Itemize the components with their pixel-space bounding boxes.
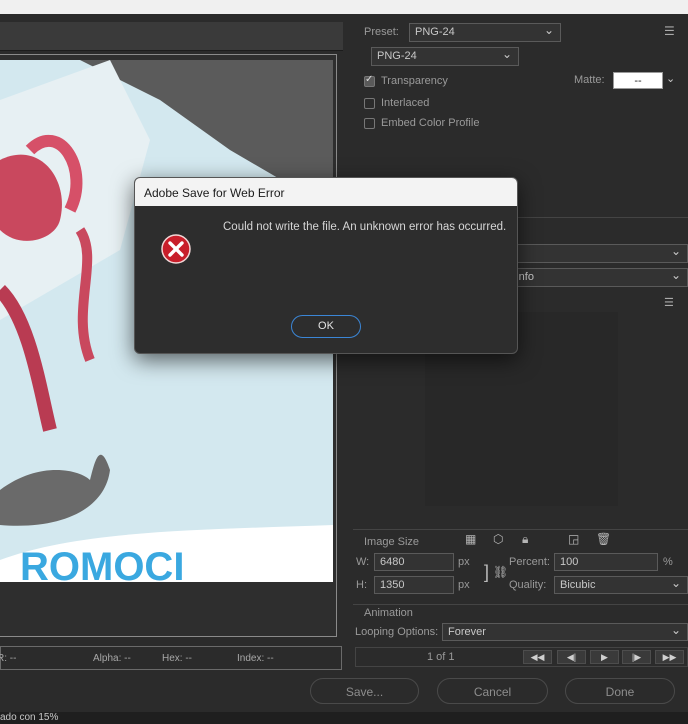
preview-tabs-bar [0, 22, 343, 51]
interlaced-checkbox[interactable] [364, 98, 375, 109]
percent-label: Percent: [509, 556, 550, 568]
bottom-status-bar: ado con 15% [0, 712, 688, 724]
ok-button[interactable]: OK [291, 315, 361, 338]
height-unit: px [458, 579, 470, 591]
embed-color-label: Embed Color Profile [381, 117, 480, 129]
dialog-title: Adobe Save for Web Error [144, 186, 285, 200]
interlaced-label: Interlaced [381, 97, 430, 109]
error-message: Could not write the file. An unknown err… [223, 221, 507, 233]
color-table-menu-icon[interactable]: ☰ [664, 296, 674, 309]
percent-input[interactable]: 100 [554, 553, 658, 571]
error-dialog: Adobe Save for Web Error Could not write… [134, 177, 518, 354]
percent-unit: % [663, 556, 673, 568]
status-index: Index: -- [237, 653, 274, 664]
svg-text:ROMOCI: ROMOCI [20, 545, 184, 582]
embed-color-checkbox[interactable] [364, 118, 375, 129]
save-button[interactable]: Save... [310, 678, 419, 704]
height-label: H: [356, 579, 367, 591]
looping-dropdown[interactable]: Forever [442, 622, 688, 641]
preset-label: Preset: [364, 26, 399, 38]
preset-dropdown[interactable]: PNG-24 [409, 22, 561, 42]
status-r: R: -- [0, 653, 17, 664]
constrain-bracket-icon: ] [484, 562, 490, 582]
top-strip [0, 0, 688, 14]
animation-title: Animation [364, 607, 413, 619]
looping-label: Looping Options: [355, 626, 439, 638]
divider [353, 529, 688, 530]
status-alpha: Alpha: -- [93, 653, 131, 664]
metadata-dropdown[interactable]: ct Info [498, 267, 688, 287]
cancel-button[interactable]: Cancel [437, 678, 548, 704]
status-hex: Hex: -- [162, 653, 192, 664]
frame-counter: 1 of 1 [427, 651, 455, 663]
status-bar: R: -- Alpha: -- Hex: -- Index: -- [0, 646, 342, 670]
trash-icon[interactable]: 🗑︎ [596, 532, 611, 546]
last-frame-button[interactable]: ▶▶ [655, 650, 684, 664]
quality-dropdown[interactable]: Bicubic [554, 575, 688, 594]
divider [353, 604, 688, 605]
lock-icon[interactable]: 🔒︎ [522, 532, 528, 547]
matte-label: Matte: [574, 74, 605, 86]
error-icon [161, 234, 191, 264]
map-colors-icon[interactable]: ▦ [465, 532, 476, 546]
panel-menu-icon[interactable]: ☰ [664, 24, 675, 38]
dialog-titlebar[interactable]: Adobe Save for Web Error [135, 178, 517, 206]
web-shift-icon[interactable]: ⬡ [493, 532, 503, 546]
prev-frame-button[interactable]: ◀| [557, 650, 586, 664]
width-unit: px [458, 556, 470, 568]
done-button[interactable]: Done [565, 678, 675, 704]
transparency-label: Transparency [381, 75, 448, 87]
first-frame-button[interactable]: ◀◀ [523, 650, 552, 664]
width-input[interactable]: 6480 [374, 553, 454, 571]
new-color-icon[interactable]: ◲ [568, 532, 579, 546]
format-dropdown[interactable]: PNG-24 [371, 46, 519, 66]
play-button[interactable]: ▶ [590, 650, 619, 664]
image-size-title: Image Size [364, 536, 420, 548]
height-input[interactable]: 1350 [374, 576, 454, 594]
color-table-dropdown[interactable] [498, 243, 688, 263]
bottom-status-text: ado con 15% [0, 712, 59, 723]
link-icon[interactable]: ⛓︎ [493, 565, 508, 579]
next-frame-button[interactable]: |▶ [622, 650, 651, 664]
matte-chevron-icon[interactable]: ⌄ [666, 72, 675, 85]
transparency-checkbox[interactable] [364, 74, 375, 87]
width-label: W: [356, 556, 370, 568]
matte-swatch[interactable]: -- [613, 72, 663, 89]
quality-label: Quality: [509, 579, 547, 591]
